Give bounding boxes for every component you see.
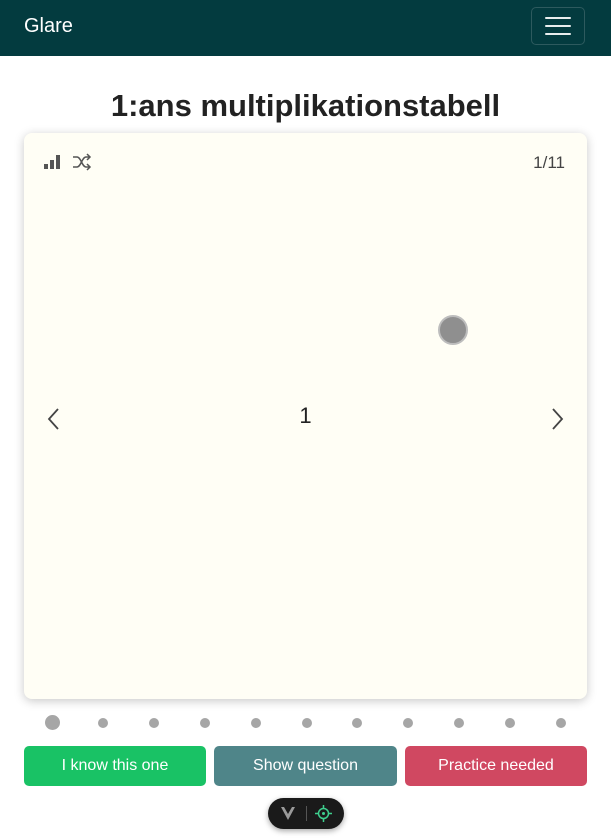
card-counter: 1/11 bbox=[533, 153, 565, 172]
brand-name[interactable]: Glare bbox=[24, 15, 73, 38]
pagination-dot[interactable] bbox=[148, 718, 159, 728]
pagination-dot[interactable] bbox=[454, 718, 465, 728]
crosshair-icon[interactable] bbox=[315, 805, 332, 822]
flashcard[interactable]: 1/11 1 bbox=[24, 133, 587, 699]
cursor-indicator bbox=[438, 315, 468, 345]
top-navbar: Glare bbox=[0, 0, 611, 56]
show-question-button[interactable]: Show question bbox=[214, 746, 397, 786]
know-this-button[interactable]: I know this one bbox=[24, 746, 206, 786]
toolbar-divider bbox=[306, 806, 307, 821]
pagination-dot[interactable] bbox=[403, 718, 414, 728]
card-pagination bbox=[24, 714, 587, 732]
pagination-dot[interactable] bbox=[505, 718, 516, 728]
bar-chart-icon[interactable] bbox=[44, 155, 60, 169]
practice-needed-button[interactable]: Practice needed bbox=[405, 746, 587, 786]
menu-toggle-button[interactable] bbox=[531, 7, 585, 45]
pagination-dot[interactable] bbox=[352, 718, 363, 728]
pagination-dot[interactable] bbox=[199, 718, 210, 728]
pagination-dot[interactable] bbox=[301, 718, 312, 728]
shuffle-icon[interactable] bbox=[72, 153, 92, 171]
hamburger-icon-bar bbox=[545, 33, 571, 35]
pagination-dot[interactable] bbox=[44, 715, 60, 730]
vue-logo-icon[interactable] bbox=[281, 807, 295, 820]
page-title: 1:ans multiplikationstabell bbox=[110, 88, 501, 123]
pagination-dot[interactable] bbox=[97, 718, 108, 728]
chevron-right-icon[interactable] bbox=[549, 407, 565, 431]
devtools-toolbar bbox=[268, 798, 344, 829]
hamburger-icon-bar bbox=[545, 25, 571, 27]
pagination-dot[interactable] bbox=[250, 718, 261, 728]
pagination-dot[interactable] bbox=[556, 718, 566, 728]
card-content: 1 bbox=[299, 403, 312, 428]
hamburger-icon bbox=[545, 17, 571, 19]
